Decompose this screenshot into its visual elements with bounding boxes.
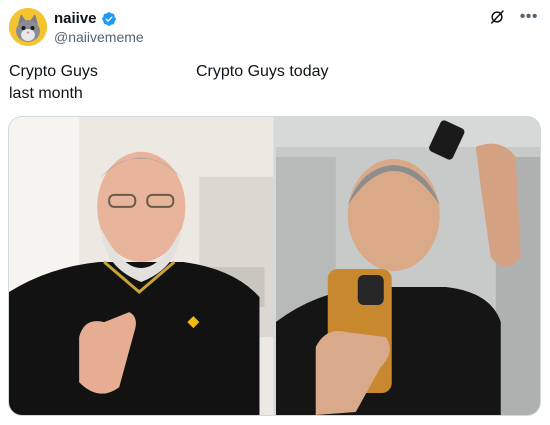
caption-left: Crypto Guys last month — [9, 63, 98, 102]
left-photo[interactable] — [9, 117, 274, 415]
author-handle[interactable]: @naiivememe — [54, 29, 144, 45]
more-icon[interactable]: ••• — [520, 8, 538, 26]
author-name-row[interactable]: naiive — [54, 10, 117, 27]
verified-badge-icon — [101, 11, 116, 26]
man-with-beard-photo — [9, 117, 274, 415]
cat-avatar-icon — [9, 8, 47, 46]
media-grid[interactable] — [8, 116, 541, 416]
post-actions: ••• — [488, 8, 538, 26]
right-photo[interactable] — [275, 117, 540, 415]
grok-icon[interactable] — [488, 8, 506, 26]
display-name[interactable]: naiive — [54, 10, 97, 27]
avatar[interactable] — [9, 8, 47, 46]
caption-right: Crypto Guys today — [196, 63, 329, 80]
man-shaving-head-photo — [275, 117, 540, 415]
